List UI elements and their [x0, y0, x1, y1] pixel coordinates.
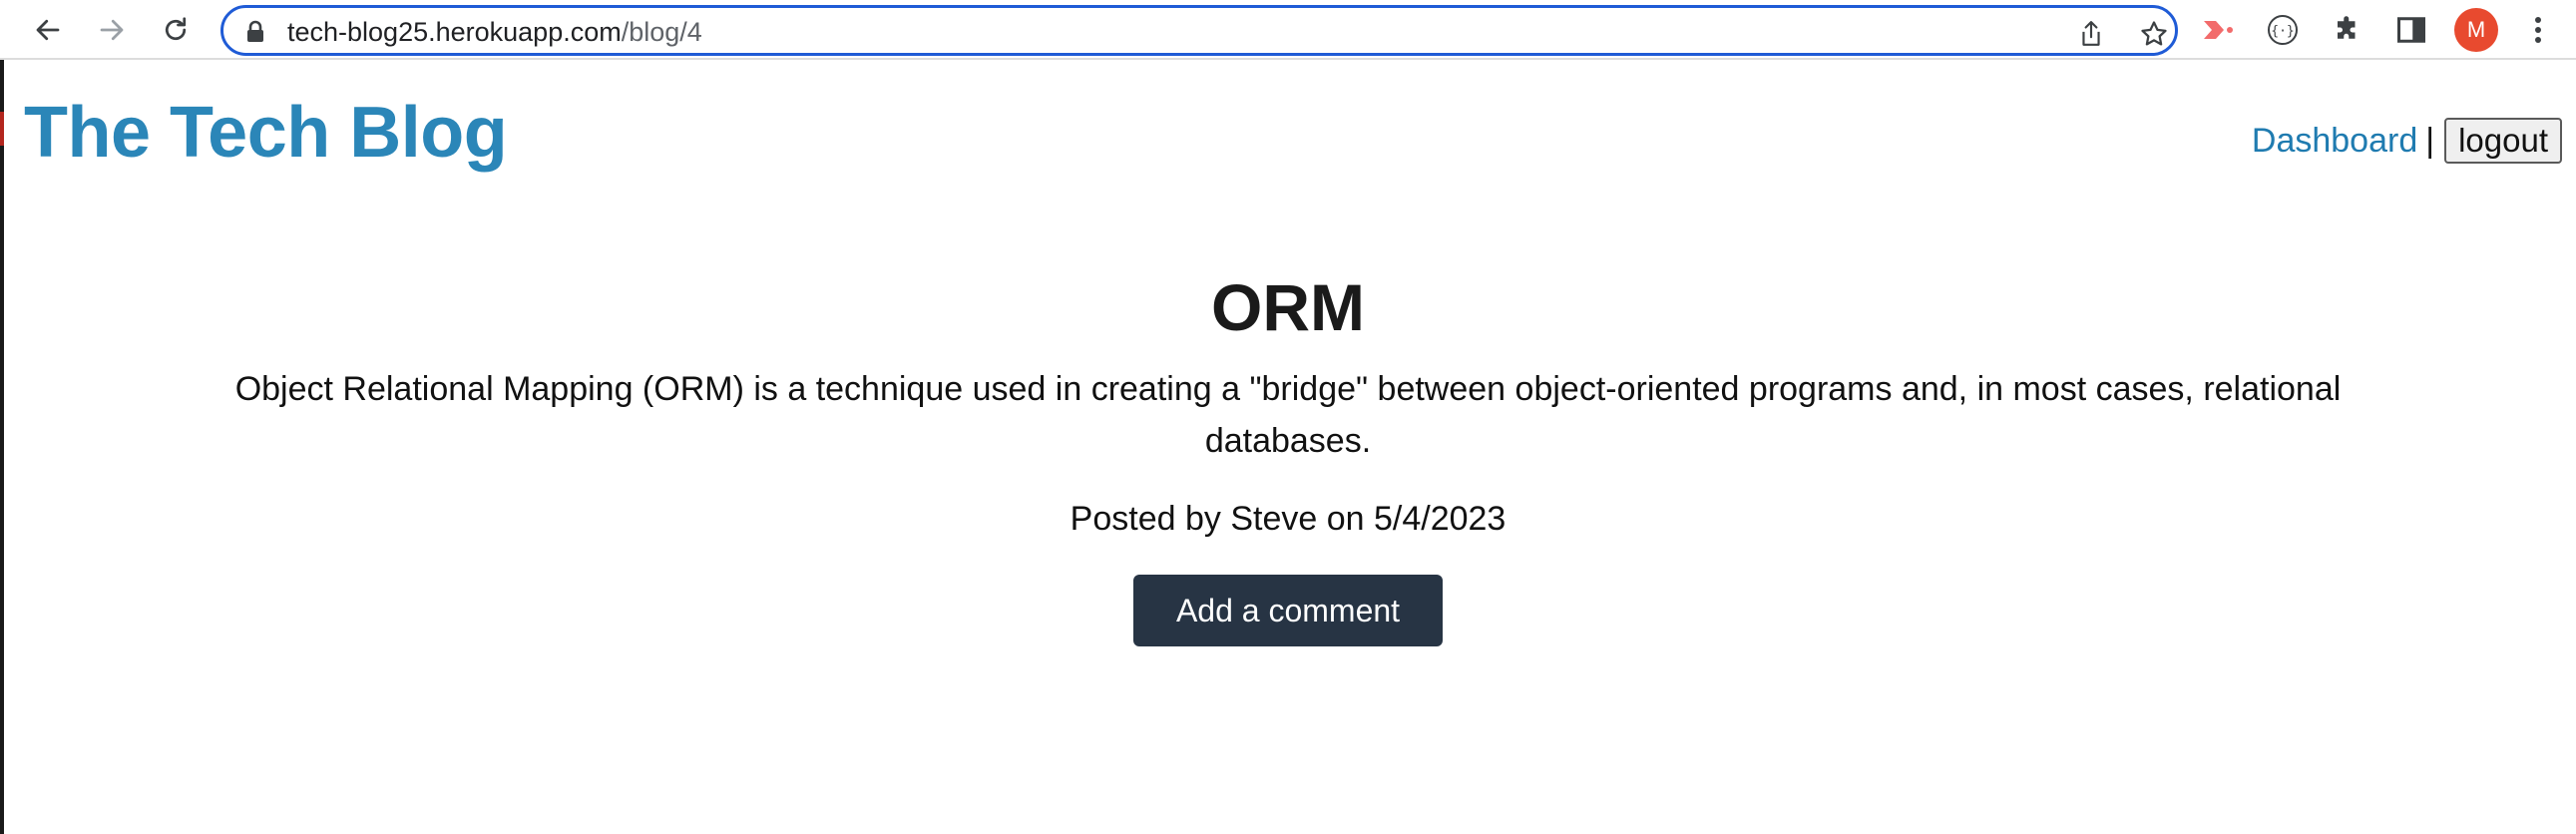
logout-button[interactable]: logout [2444, 118, 2562, 164]
back-arrow-icon [36, 19, 60, 41]
browser-menu-icon[interactable] [2518, 10, 2558, 50]
nav-separator: | [2425, 121, 2435, 160]
address-bar[interactable]: tech-blog25.herokuapp.com/blog/4 [220, 5, 2178, 56]
bookmark-star-icon[interactable] [2137, 17, 2171, 51]
extensions-puzzle-icon[interactable] [2328, 10, 2367, 50]
browser-toolbar: tech-blog25.herokuapp.com/blog/4 {·} M [0, 0, 2576, 60]
url-path: /blog/4 [621, 17, 702, 47]
svg-text:{·}: {·} [2271, 24, 2294, 39]
extension-recorder-icon[interactable] [2198, 10, 2238, 50]
post-body: Object Relational Mapping (ORM) is a tec… [234, 370, 2342, 460]
reload-button[interactable] [154, 8, 198, 52]
window-edge-marker [0, 112, 4, 146]
side-panel-icon[interactable] [2391, 10, 2431, 50]
site-title[interactable]: The Tech Blog [24, 92, 508, 174]
back-button[interactable] [26, 8, 70, 52]
dashboard-link[interactable]: Dashboard [2252, 122, 2417, 161]
reload-icon [165, 17, 187, 41]
post-meta: Posted by Steve on 5/4/2023 [1070, 500, 1506, 538]
forward-arrow-icon [100, 19, 124, 41]
url-host: tech-blog25.herokuapp.com [287, 17, 622, 47]
url-text: tech-blog25.herokuapp.com/blog/4 [287, 17, 702, 48]
forward-button[interactable] [90, 8, 134, 52]
profile-avatar[interactable]: M [2454, 8, 2498, 52]
extension-braces-icon[interactable]: {·} [2263, 10, 2303, 50]
add-comment-button[interactable]: Add a comment [1133, 575, 1443, 646]
blog-post: ORM Object Relational Mapping (ORM) is a… [0, 267, 2576, 646]
header-nav: Dashboard | logout [2252, 118, 2562, 164]
post-title: ORM [1211, 270, 1365, 344]
lock-icon [245, 20, 265, 49]
share-icon[interactable] [2074, 17, 2108, 51]
